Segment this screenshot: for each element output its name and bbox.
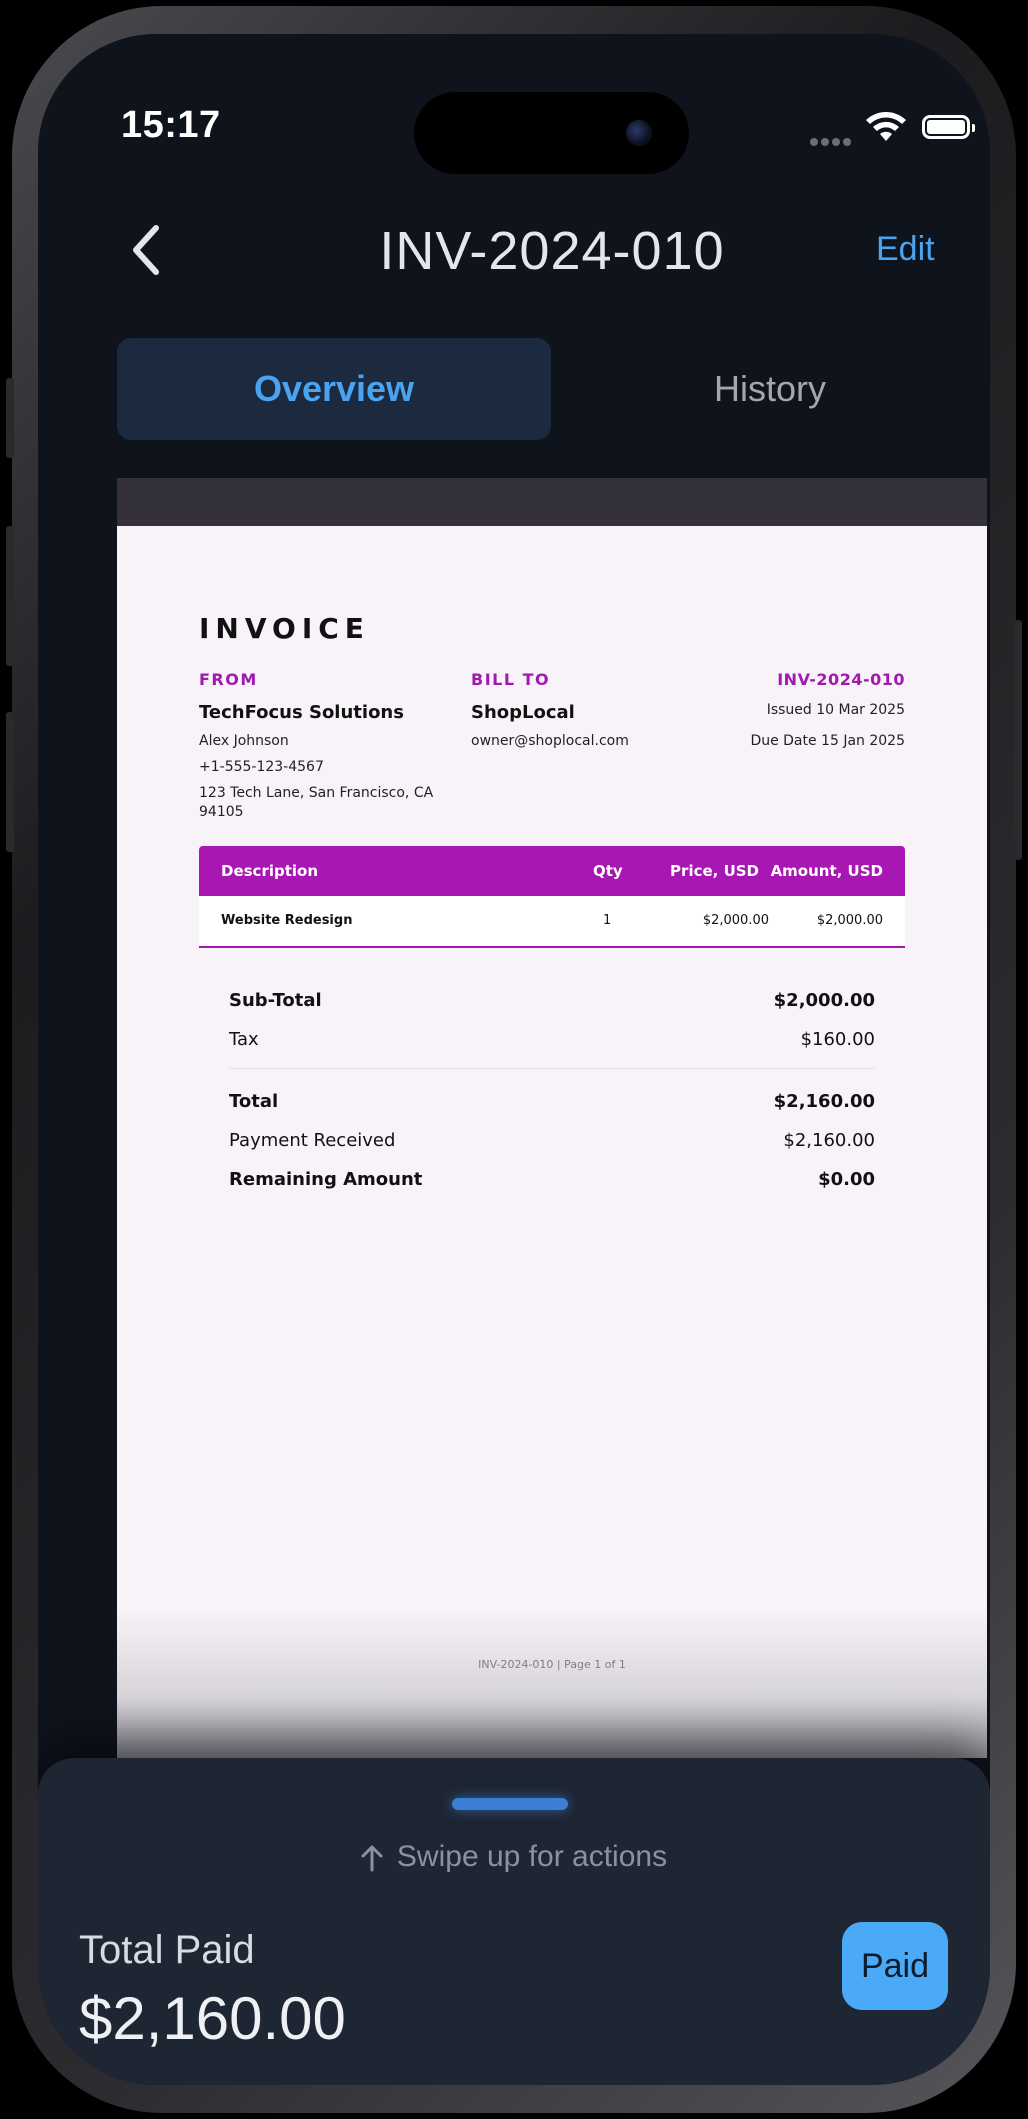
power-button [1014,620,1022,860]
totals-divider [229,1068,875,1069]
header-price: Price, USD [670,862,759,880]
volume-down-button [6,712,14,852]
from-address-line1: 123 Tech Lane, San Francisco, CA [199,785,434,801]
battery-icon [922,115,975,139]
row-price: $2,000.00 [702,913,769,928]
remaining-value: $0.00 [818,1169,875,1190]
tax-row: Tax $160.00 [229,1029,875,1059]
header-amount: Amount, USD [770,862,883,880]
tab-overview[interactable]: Overview [117,338,551,440]
invoice-preview[interactable]: INVOICE FROM TechFocus Solutions Alex Jo… [117,478,987,1758]
preview-toolbar [117,478,987,526]
screen: 15:17 INV-2024-010 Edit Overview History… [38,34,990,2085]
bill-to-email: owner@shoplocal.com [471,733,629,749]
header-qty: Qty [593,862,623,880]
wifi-icon [866,112,906,141]
row-description: Website Redesign [221,913,353,928]
edit-button[interactable]: Edit [876,230,935,269]
total-row: Total $2,160.00 [229,1091,875,1121]
total-paid-label: Total Paid [79,1928,255,1972]
invoice-number: INV-2024-010 [777,670,905,689]
back-chevron-icon[interactable] [126,222,166,278]
tax-value: $160.00 [800,1029,875,1050]
issued-date: Issued 10 Mar 2025 [766,702,905,718]
payment-label: Payment Received [229,1130,396,1151]
row-qty: 1 [603,913,612,928]
swipe-hint-text: Swipe up for actions [396,1840,668,1873]
row-amount: $2,000.00 [816,913,883,928]
preview-fade [117,1608,987,1758]
total-value: $2,160.00 [773,1091,875,1112]
bill-to-label: BILL TO [471,670,551,689]
actions-sheet[interactable]: Swipe up for actions Total Paid $2,160.0… [38,1758,990,2085]
from-contact: Alex Johnson [199,733,289,749]
line-items-table: Description Qty Price, USD Amount, USD W… [199,846,905,948]
from-company: TechFocus Solutions [199,702,404,723]
subtotal-value: $2,000.00 [773,990,875,1011]
status-time: 15:17 [121,104,221,146]
segmented-tabs: Overview History [117,338,987,440]
subtotal-label: Sub-Total [229,990,322,1011]
from-address-line2: 94105 [199,804,244,820]
paid-status-button[interactable]: Paid [842,1922,948,2010]
cellular-signal-icon [810,133,854,151]
page-footer: INV-2024-010 | Page 1 of 1 [478,1658,626,1671]
tab-history[interactable]: History [553,338,987,440]
from-label: FROM [199,670,258,689]
table-header: Description Qty Price, USD Amount, USD [199,846,905,896]
action-button [6,378,14,458]
invoice-page: INVOICE FROM TechFocus Solutions Alex Jo… [117,526,987,1758]
arrow-up-icon [361,1845,383,1872]
remaining-row: Remaining Amount $0.00 [229,1169,875,1199]
tax-label: Tax [229,1029,259,1050]
subtotal-row: Sub-Total $2,000.00 [229,990,875,1020]
invoice-number-title: INV-2024-010 [379,221,725,281]
total-label: Total [229,1091,279,1112]
invoice-heading: INVOICE [199,612,370,645]
camera-icon [626,120,652,146]
table-row: Website Redesign 1 $2,000.00 $2,000.00 [199,896,905,948]
due-date: Due Date 15 Jan 2025 [750,733,905,749]
from-phone: +1-555-123-4567 [199,759,324,775]
payment-value: $2,160.00 [783,1130,875,1151]
sheet-drag-handle[interactable] [452,1798,568,1810]
remaining-label: Remaining Amount [229,1169,423,1190]
bill-to-company: ShopLocal [471,702,575,723]
swipe-hint: Swipe up for actions [38,1840,990,1874]
payment-row: Payment Received $2,160.00 [229,1130,875,1160]
header-description: Description [221,862,319,880]
total-paid-value: $2,160.00 [79,1985,346,2052]
volume-up-button [6,526,14,666]
